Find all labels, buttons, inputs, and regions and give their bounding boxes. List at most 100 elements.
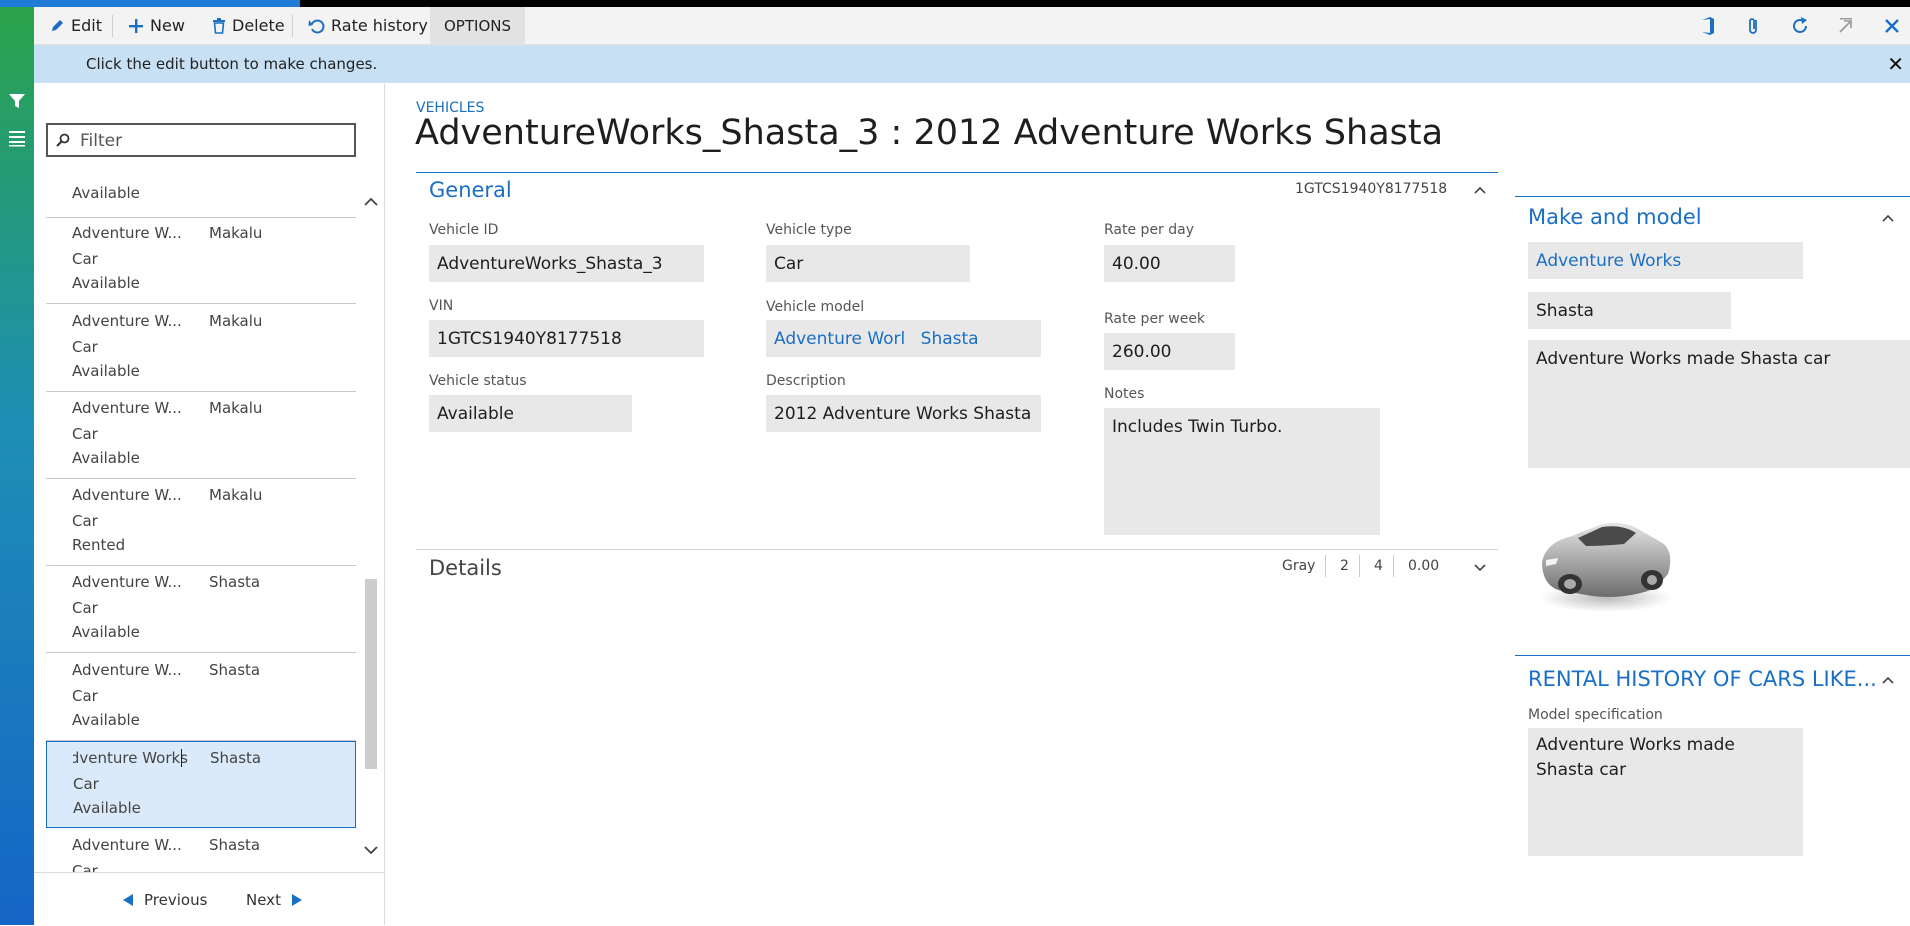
list-scrollbar[interactable] xyxy=(362,179,380,872)
divider xyxy=(112,15,113,37)
description-field[interactable]: 2012 Adventure Works Shasta xyxy=(766,395,1041,432)
options-tab[interactable]: OPTIONS xyxy=(430,7,525,44)
list-item[interactable]: Adventure W... Shasta Car Available xyxy=(46,654,356,741)
list-item-selected[interactable]: Adventure Works Shasta Car Available xyxy=(46,741,356,828)
chevron-down-icon[interactable] xyxy=(1473,561,1487,575)
list-pager: Previous Next xyxy=(34,872,384,926)
list-item-type: Car xyxy=(72,338,98,356)
list-item-status: Available xyxy=(72,449,140,467)
scrollbar-thumb[interactable] xyxy=(365,579,377,769)
chevron-up-icon[interactable] xyxy=(1881,673,1895,687)
vehicle-model-model-link[interactable]: Shasta xyxy=(921,329,979,349)
open-new-window-icon[interactable] xyxy=(1836,16,1856,36)
notes-label: Notes xyxy=(1104,386,1145,402)
details-header[interactable]: Details xyxy=(429,556,502,580)
filter-input[interactable] xyxy=(78,130,342,152)
model-specification-field[interactable]: Adventure Works made Shasta car xyxy=(1528,728,1803,856)
vehicle-status-field[interactable]: Available xyxy=(429,395,632,432)
divider xyxy=(416,172,1498,173)
list-item[interactable]: Adventure W... Shasta Car Available xyxy=(46,566,356,653)
notes-field[interactable]: Includes Twin Turbo. xyxy=(1104,408,1380,535)
list-item[interactable]: Adventure W... Makalu Car Available xyxy=(46,392,356,479)
edit-button[interactable]: Edit xyxy=(50,7,102,44)
list-item[interactable]: Adventure W... Makalu Car Rented xyxy=(46,479,356,566)
triangle-left-icon xyxy=(123,894,133,906)
filter-icon[interactable] xyxy=(8,92,26,110)
delete-button[interactable]: Delete xyxy=(212,7,285,44)
list-item[interactable]: Adventure W... Makalu Car Available xyxy=(46,305,356,392)
previous-button[interactable]: Previous xyxy=(122,891,207,909)
rate-per-day-field[interactable]: 40.00 xyxy=(1104,245,1235,282)
chevron-down-icon[interactable] xyxy=(364,845,378,855)
office-icon[interactable] xyxy=(1698,16,1718,36)
vehicle-model-label: Vehicle model xyxy=(766,299,865,315)
make-and-model-header[interactable]: Make and model xyxy=(1528,205,1702,229)
list-item-name: Adventure W... xyxy=(72,661,182,679)
list-item-type: Car xyxy=(73,775,99,793)
close-form-icon[interactable] xyxy=(1882,16,1902,36)
rate-history-label: Rate history xyxy=(331,16,428,35)
vehicle-model-field[interactable]: Adventure Worl Shasta xyxy=(766,320,1041,357)
rate-per-week-field[interactable]: 260.00 xyxy=(1104,333,1235,370)
text-cursor xyxy=(181,749,182,767)
list-item-model: Makalu xyxy=(209,224,263,242)
next-button[interactable]: Next xyxy=(246,891,303,909)
vin-field[interactable]: 1GTCS1940Y8177518 xyxy=(429,320,704,357)
close-message-icon[interactable]: ✕ xyxy=(1887,52,1904,76)
rate-history-button[interactable]: Rate history xyxy=(308,7,428,44)
list-item-type: Car xyxy=(72,687,98,705)
list-item-model: Shasta xyxy=(209,573,261,591)
pencil-icon xyxy=(52,20,63,31)
divider xyxy=(1325,555,1326,577)
action-pane: Edit New Delete Rate history OPTIONS xyxy=(34,7,1910,45)
list-item-type: Car xyxy=(72,425,98,443)
model-specification-label: Model specification xyxy=(1528,707,1663,723)
attachment-icon[interactable] xyxy=(1744,16,1764,36)
list-item-type: Car xyxy=(72,512,98,530)
rental-history-header[interactable]: RENTAL HISTORY OF CARS LIKE... xyxy=(1528,667,1877,691)
vehicle-list: Available Adventure W... Makalu Car Avai… xyxy=(46,179,358,872)
description-label: Description xyxy=(766,373,846,389)
chevron-up-icon[interactable] xyxy=(364,197,378,207)
list-item-model: Shasta xyxy=(210,749,262,767)
list-item-status: Available xyxy=(72,362,140,380)
chevron-up-icon[interactable] xyxy=(1881,211,1895,225)
divider xyxy=(1515,655,1910,656)
vehicle-model-make-link[interactable]: Adventure Worl xyxy=(774,329,905,349)
divider xyxy=(416,549,1498,550)
list-item-model: Shasta xyxy=(209,836,261,854)
general-header[interactable]: General xyxy=(429,178,512,202)
previous-label: Previous xyxy=(144,891,208,909)
list-item[interactable]: Adventure W... Shasta Car xyxy=(46,829,356,872)
list-item-name: Adventure W... xyxy=(72,312,182,330)
triangle-right-icon xyxy=(291,894,302,906)
vin-label: VIN xyxy=(429,298,454,314)
refresh-icon[interactable] xyxy=(1790,16,1810,36)
undo-icon xyxy=(308,19,325,34)
vehicle-type-field[interactable]: Car xyxy=(766,245,970,282)
list-item-name: Adventure W... xyxy=(72,573,182,591)
model-field[interactable]: Shasta xyxy=(1528,292,1731,329)
list-item-type: Car xyxy=(72,250,98,268)
model-description-field[interactable]: Adventure Works made Shasta car xyxy=(1528,340,1910,468)
list-item-status: Available xyxy=(72,711,140,729)
filter-box[interactable] xyxy=(46,123,356,157)
vehicle-id-label: Vehicle ID xyxy=(429,222,499,238)
list-item-status: Available xyxy=(73,799,141,817)
chevron-up-icon[interactable] xyxy=(1473,183,1487,197)
list-item-status: Rented xyxy=(72,536,126,554)
list-item-name: Adventure W... xyxy=(72,836,182,854)
vehicle-id-field[interactable]: AdventureWorks_Shasta_3 xyxy=(429,245,704,282)
next-label: Next xyxy=(246,891,281,909)
list-item-name: Adventure W... xyxy=(72,399,182,417)
search-icon xyxy=(56,133,70,147)
make-link[interactable]: Adventure Works xyxy=(1528,242,1803,279)
list-item[interactable]: Adventure W... Makalu Car Available xyxy=(46,217,356,304)
new-button[interactable]: New xyxy=(128,7,185,44)
delete-label: Delete xyxy=(232,16,285,35)
message-bar: Click the edit button to make changes. ✕ xyxy=(34,45,1910,83)
trash-icon xyxy=(213,17,225,34)
list-icon[interactable] xyxy=(8,129,26,147)
general-summary: 1GTCS1940Y8177518 xyxy=(1295,181,1448,197)
list-item[interactable]: Available xyxy=(46,179,356,218)
